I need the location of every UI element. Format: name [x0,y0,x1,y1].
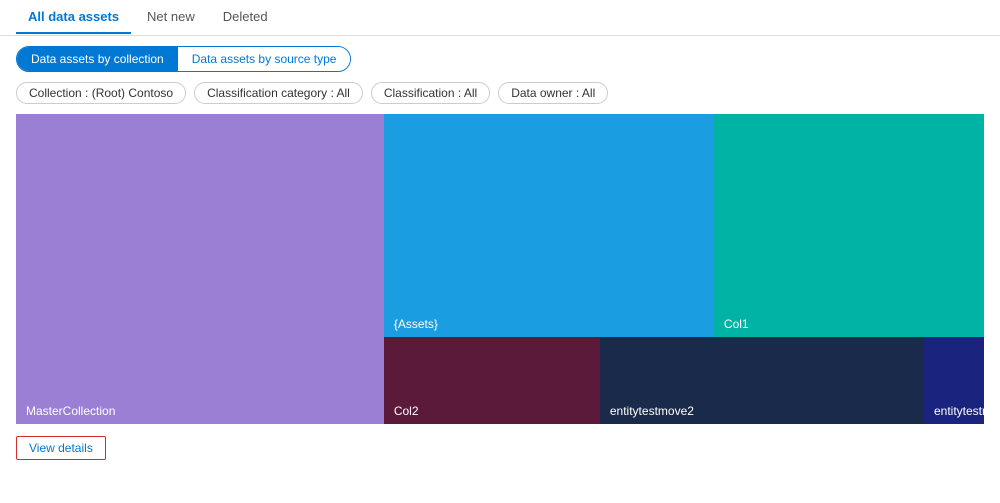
block-entity2-label: entitytestmove2 [610,404,694,418]
treemap-area: MasterCollection {Assets} Col1 Col2 enti… [16,114,984,424]
block-col1-label: Col1 [724,317,749,331]
block-col2[interactable]: Col2 [384,337,600,424]
view-details-button[interactable]: View details [16,436,106,460]
block-master-collection[interactable]: MasterCollection [16,114,384,424]
treemap-container: MasterCollection {Assets} Col1 Col2 enti… [16,114,984,424]
block-entitymov[interactable]: entitytestmov... [924,337,984,424]
filter-classification-category[interactable]: Classification category : All [194,82,363,104]
block-col2-label: Col2 [394,404,419,418]
filter-classification[interactable]: Classification : All [371,82,490,104]
right-top: {Assets} Col1 [384,114,984,337]
top-tabs: All data assets Net new Deleted [0,0,1000,36]
block-col1[interactable]: Col1 [714,114,984,337]
right-bottom: Col2 entitytestmove2 entitytestmov... [384,337,984,424]
block-entity2[interactable]: entitytestmove2 [600,337,924,424]
block-assets[interactable]: {Assets} [384,114,714,337]
tab-net-new[interactable]: Net new [135,1,207,34]
tab-deleted[interactable]: Deleted [211,1,280,34]
right-side: {Assets} Col1 Col2 entitytestmove2 entit… [384,114,984,424]
filter-row: Collection : (Root) Contoso Classificati… [0,82,1000,114]
filter-data-owner[interactable]: Data owner : All [498,82,608,104]
block-entitymov-label: entitytestmov... [934,404,984,418]
toggle-by-source-type[interactable]: Data assets by source type [178,47,351,71]
view-toggle: Data assets by collection Data assets by… [16,46,351,72]
toggle-by-collection[interactable]: Data assets by collection [17,47,178,71]
block-master-label: MasterCollection [26,404,115,418]
view-details-row: View details [0,424,1000,472]
controls-row: Data assets by collection Data assets by… [0,36,1000,82]
filter-collection[interactable]: Collection : (Root) Contoso [16,82,186,104]
block-assets-label: {Assets} [394,317,438,331]
tab-all-data-assets[interactable]: All data assets [16,1,131,34]
